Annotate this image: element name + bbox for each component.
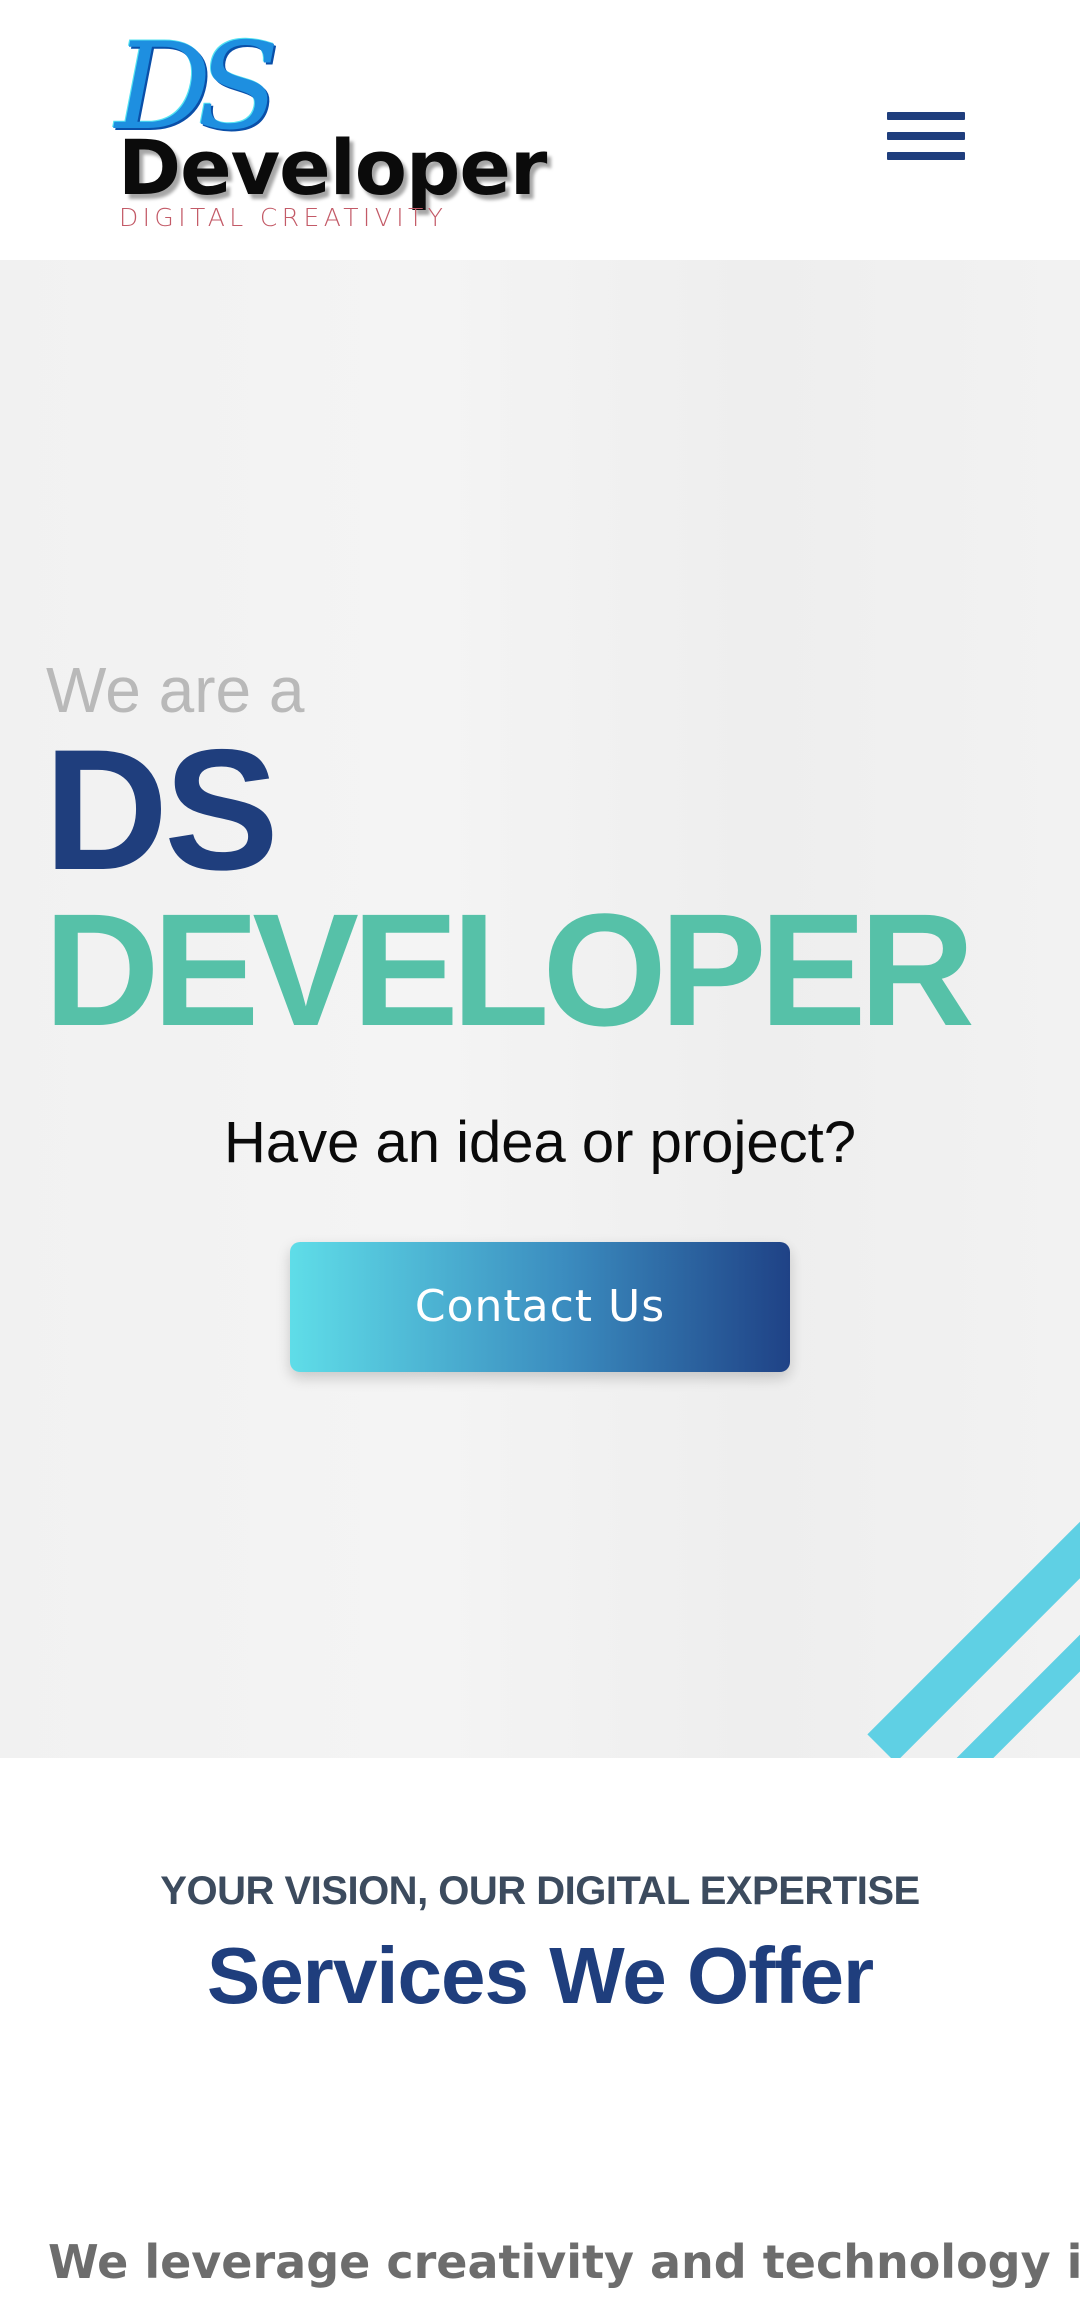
hero-title-developer: DEVELOPER xyxy=(44,880,975,1059)
logo-wordmark: Developer xyxy=(118,123,547,212)
decorative-stripe xyxy=(867,1437,1080,1758)
site-header: DS Developer DIGITAL CREATIVITY xyxy=(0,0,1080,260)
services-eyebrow: YOUR VISION, OUR DIGITAL EXPERTISE xyxy=(160,1869,920,1913)
menu-bar xyxy=(887,112,965,120)
services-section: YOUR VISION, OUR DIGITAL EXPERTISE Servi… xyxy=(0,1758,1080,2305)
menu-bar xyxy=(887,132,965,140)
hamburger-menu-icon[interactable] xyxy=(875,108,975,174)
services-intro-text: We leverage creativity and technology in xyxy=(48,2235,1080,2289)
services-title: Services We Offer xyxy=(206,1931,874,2020)
site-logo[interactable]: DS Developer DIGITAL CREATIVITY xyxy=(115,28,547,233)
hero-question: Have an idea or project? xyxy=(224,1110,856,1175)
hero-title-ds: DS xyxy=(44,714,279,906)
contact-us-button[interactable]: Contact Us xyxy=(290,1242,790,1372)
hero-section: We are a DS DEVELOPER Have an idea or pr… xyxy=(0,260,1080,1758)
logo-tagline: DIGITAL CREATIVITY xyxy=(119,203,448,232)
menu-bar xyxy=(887,152,965,160)
